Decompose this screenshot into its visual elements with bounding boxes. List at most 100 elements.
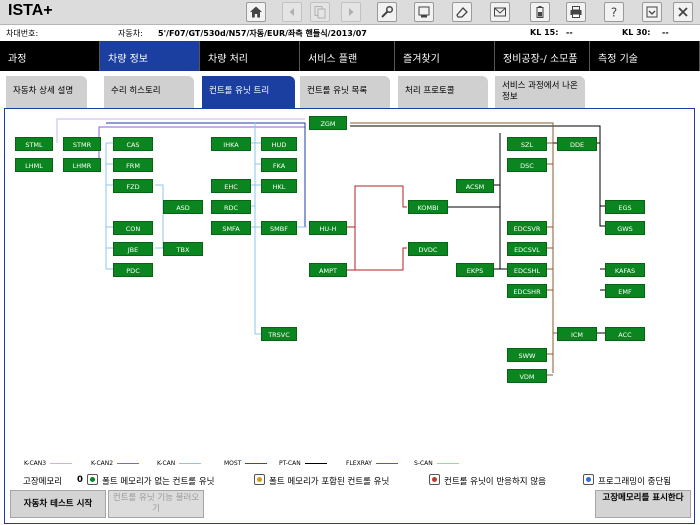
ecu-fzd[interactable]: FZD <box>113 179 153 193</box>
ecu-gws[interactable]: GWS <box>605 221 645 235</box>
ecu-acc[interactable]: ACC <box>605 327 645 341</box>
ecu-smfa[interactable]: SMFA <box>211 221 251 235</box>
ecu-hu-h[interactable]: HU-H <box>309 221 347 235</box>
print-icon <box>570 6 582 18</box>
ecu-edcsvr[interactable]: EDCSVR <box>507 221 547 235</box>
nav-item-measurement[interactable]: 측정 기술 <box>590 41 700 71</box>
not-responding-indicator-icon <box>429 474 440 485</box>
ecu-edcshr[interactable]: EDCSHR <box>507 284 547 298</box>
ecu-pdc[interactable]: PDC <box>113 263 153 277</box>
ecu-acsm[interactable]: ACSM <box>456 179 494 193</box>
title-bar: ISTA+ ? <box>0 0 700 25</box>
sub-tabs: 자동차 상세 설명 수리 히스토리 컨트롤 유닛 트리 컨트롤 유닛 목록 처리… <box>0 71 700 108</box>
fault-status-row: 고장메모리 0 폴트 메모리가 없는 컨트롤 유닛 폴트 메모리가 포함된 컨트… <box>5 473 696 487</box>
ecu-asd[interactable]: ASD <box>163 200 203 214</box>
ecu-stmr[interactable]: STMR <box>63 137 101 151</box>
ecu-con[interactable]: CON <box>113 221 153 235</box>
nav-item-vehicle-info[interactable]: 차량 정보 <box>100 41 200 71</box>
help-icon: ? <box>611 6 617 20</box>
ecu-kombi[interactable]: KOMBI <box>408 200 448 214</box>
call-function-button[interactable]: 컨트롤 유닛 기능 불러오기 <box>108 490 204 518</box>
ecu-fka[interactable]: FKA <box>261 158 297 172</box>
mail-button[interactable] <box>490 2 510 22</box>
connection-button[interactable] <box>414 2 434 22</box>
ecu-edcshl[interactable]: EDCSHL <box>507 263 547 277</box>
nav-item-workshop[interactable]: 정비공장-/ 소모품 <box>495 41 590 71</box>
battery-icon <box>536 6 544 18</box>
tab-service-info[interactable]: 서비스 과정에서 나온 정보 <box>495 76 585 108</box>
ecu-hkl[interactable]: HKL <box>261 179 297 193</box>
with-fault-label: 폴트 메모리가 포함된 컨트롤 유닛 <box>269 477 390 487</box>
tab-control-unit-tree[interactable]: 컨트롤 유닛 트리 <box>202 76 295 108</box>
wrench-button[interactable] <box>377 2 397 22</box>
vehicle-info-bar: 차대번호: 자동차: 5'/F07/GT/530d/N57/자동/EUR/좌측 … <box>0 25 700 41</box>
back-icon <box>289 8 294 16</box>
nav-item-process[interactable]: 과정 <box>0 41 100 71</box>
kl30-label: KL 30: <box>622 28 651 37</box>
control-unit-tree-panel: ZGM STML STMR LHML LHMR CAS FRM FZD ASD … <box>4 108 695 524</box>
programming-aborted-indicator-icon <box>583 474 594 485</box>
ecu-frm[interactable]: FRM <box>113 158 153 172</box>
ecu-tbx[interactable]: TBX <box>163 242 203 256</box>
ecu-lhmr[interactable]: LHMR <box>63 158 101 172</box>
wrench-icon <box>381 5 394 18</box>
close-button[interactable] <box>673 2 693 22</box>
ecu-trsvc[interactable]: TRSVC <box>261 327 297 341</box>
nav-item-vehicle-treatment[interactable]: 차량 처리 <box>200 41 300 71</box>
ecu-dde[interactable]: DDE <box>557 137 597 151</box>
tab-repair-history[interactable]: 수리 히스토리 <box>104 76 194 108</box>
ecu-egs[interactable]: EGS <box>605 200 645 214</box>
bus-legend: K-CAN3 K-CAN2 K-CAN MOST PT-CAN FLEXRAY … <box>24 460 694 472</box>
tab-vehicle-details[interactable]: 자동차 상세 설명 <box>6 76 87 108</box>
ecu-ampt[interactable]: AMPT <box>309 263 347 277</box>
nav-item-favorites[interactable]: 즐겨찾기 <box>395 41 495 71</box>
ecu-dsc[interactable]: DSC <box>507 158 547 172</box>
ecu-ihka[interactable]: IHKA <box>211 137 251 151</box>
kl15-label: KL 15: <box>530 28 559 37</box>
bus-connection-lines <box>56 118 609 376</box>
main-navigation: 과정 차량 정보 차량 처리 서비스 플랜 즐겨찾기 정비공장-/ 소모품 측정… <box>0 41 700 71</box>
ecu-edcsvl[interactable]: EDCSVL <box>507 242 547 256</box>
car-label: 자동차: <box>118 29 143 38</box>
minimize-button[interactable] <box>642 2 662 22</box>
copy-button[interactable] <box>310 2 330 22</box>
legend-s-can: S-CAN <box>414 460 459 467</box>
ecu-emf[interactable]: EMF <box>605 284 645 298</box>
ecu-hud[interactable]: HUD <box>261 137 297 151</box>
help-button[interactable]: ? <box>604 2 624 22</box>
battery-button[interactable] <box>530 2 550 22</box>
ecu-zgm[interactable]: ZGM <box>309 116 347 130</box>
back-button[interactable] <box>282 2 302 22</box>
eraser-button[interactable] <box>452 2 472 22</box>
mail-icon <box>494 7 506 17</box>
home-button[interactable] <box>246 2 266 22</box>
ecu-icm[interactable]: ICM <box>557 327 597 341</box>
ecu-ekps[interactable]: EKPS <box>456 263 494 277</box>
ecu-kafas[interactable]: KAFAS <box>605 263 645 277</box>
ecu-sww[interactable]: SWW <box>507 348 547 362</box>
minimize-icon <box>646 6 658 18</box>
ecu-vdm[interactable]: VDM <box>507 369 547 383</box>
tab-processing-protocol[interactable]: 처리 프로토콜 <box>398 76 488 108</box>
ecu-jbe[interactable]: JBE <box>113 242 153 256</box>
nav-item-service-plan[interactable]: 서비스 플랜 <box>300 41 395 71</box>
forward-button[interactable] <box>341 2 361 22</box>
legend-pt-can: PT-CAN <box>279 460 327 467</box>
vehicle-test-button[interactable]: 자동차 테스트 시작 <box>10 490 106 518</box>
ecu-dvdc[interactable]: DVDC <box>408 242 448 256</box>
svg-text:?: ? <box>611 6 617 20</box>
ecu-cas[interactable]: CAS <box>113 137 153 151</box>
home-icon <box>250 6 262 18</box>
kl15-value: -- <box>566 28 573 37</box>
show-fault-memory-button[interactable]: 고장메모리를 표시한다 <box>595 490 691 518</box>
programming-aborted-label: 프로그래밍이 중단됨 <box>598 477 672 487</box>
ecu-smbf[interactable]: SMBF <box>261 221 297 235</box>
ecu-rdc[interactable]: RDC <box>211 200 251 214</box>
not-responding-label: 컨트롤 유닛이 반응하지 않음 <box>444 477 546 487</box>
tab-control-unit-list[interactable]: 컨트롤 유닛 목록 <box>300 76 390 108</box>
ecu-ehc[interactable]: EHC <box>211 179 251 193</box>
ecu-szl[interactable]: SZL <box>507 137 547 151</box>
ecu-stml[interactable]: STML <box>15 137 53 151</box>
print-button[interactable] <box>566 2 586 22</box>
ecu-lhml[interactable]: LHML <box>15 158 53 172</box>
